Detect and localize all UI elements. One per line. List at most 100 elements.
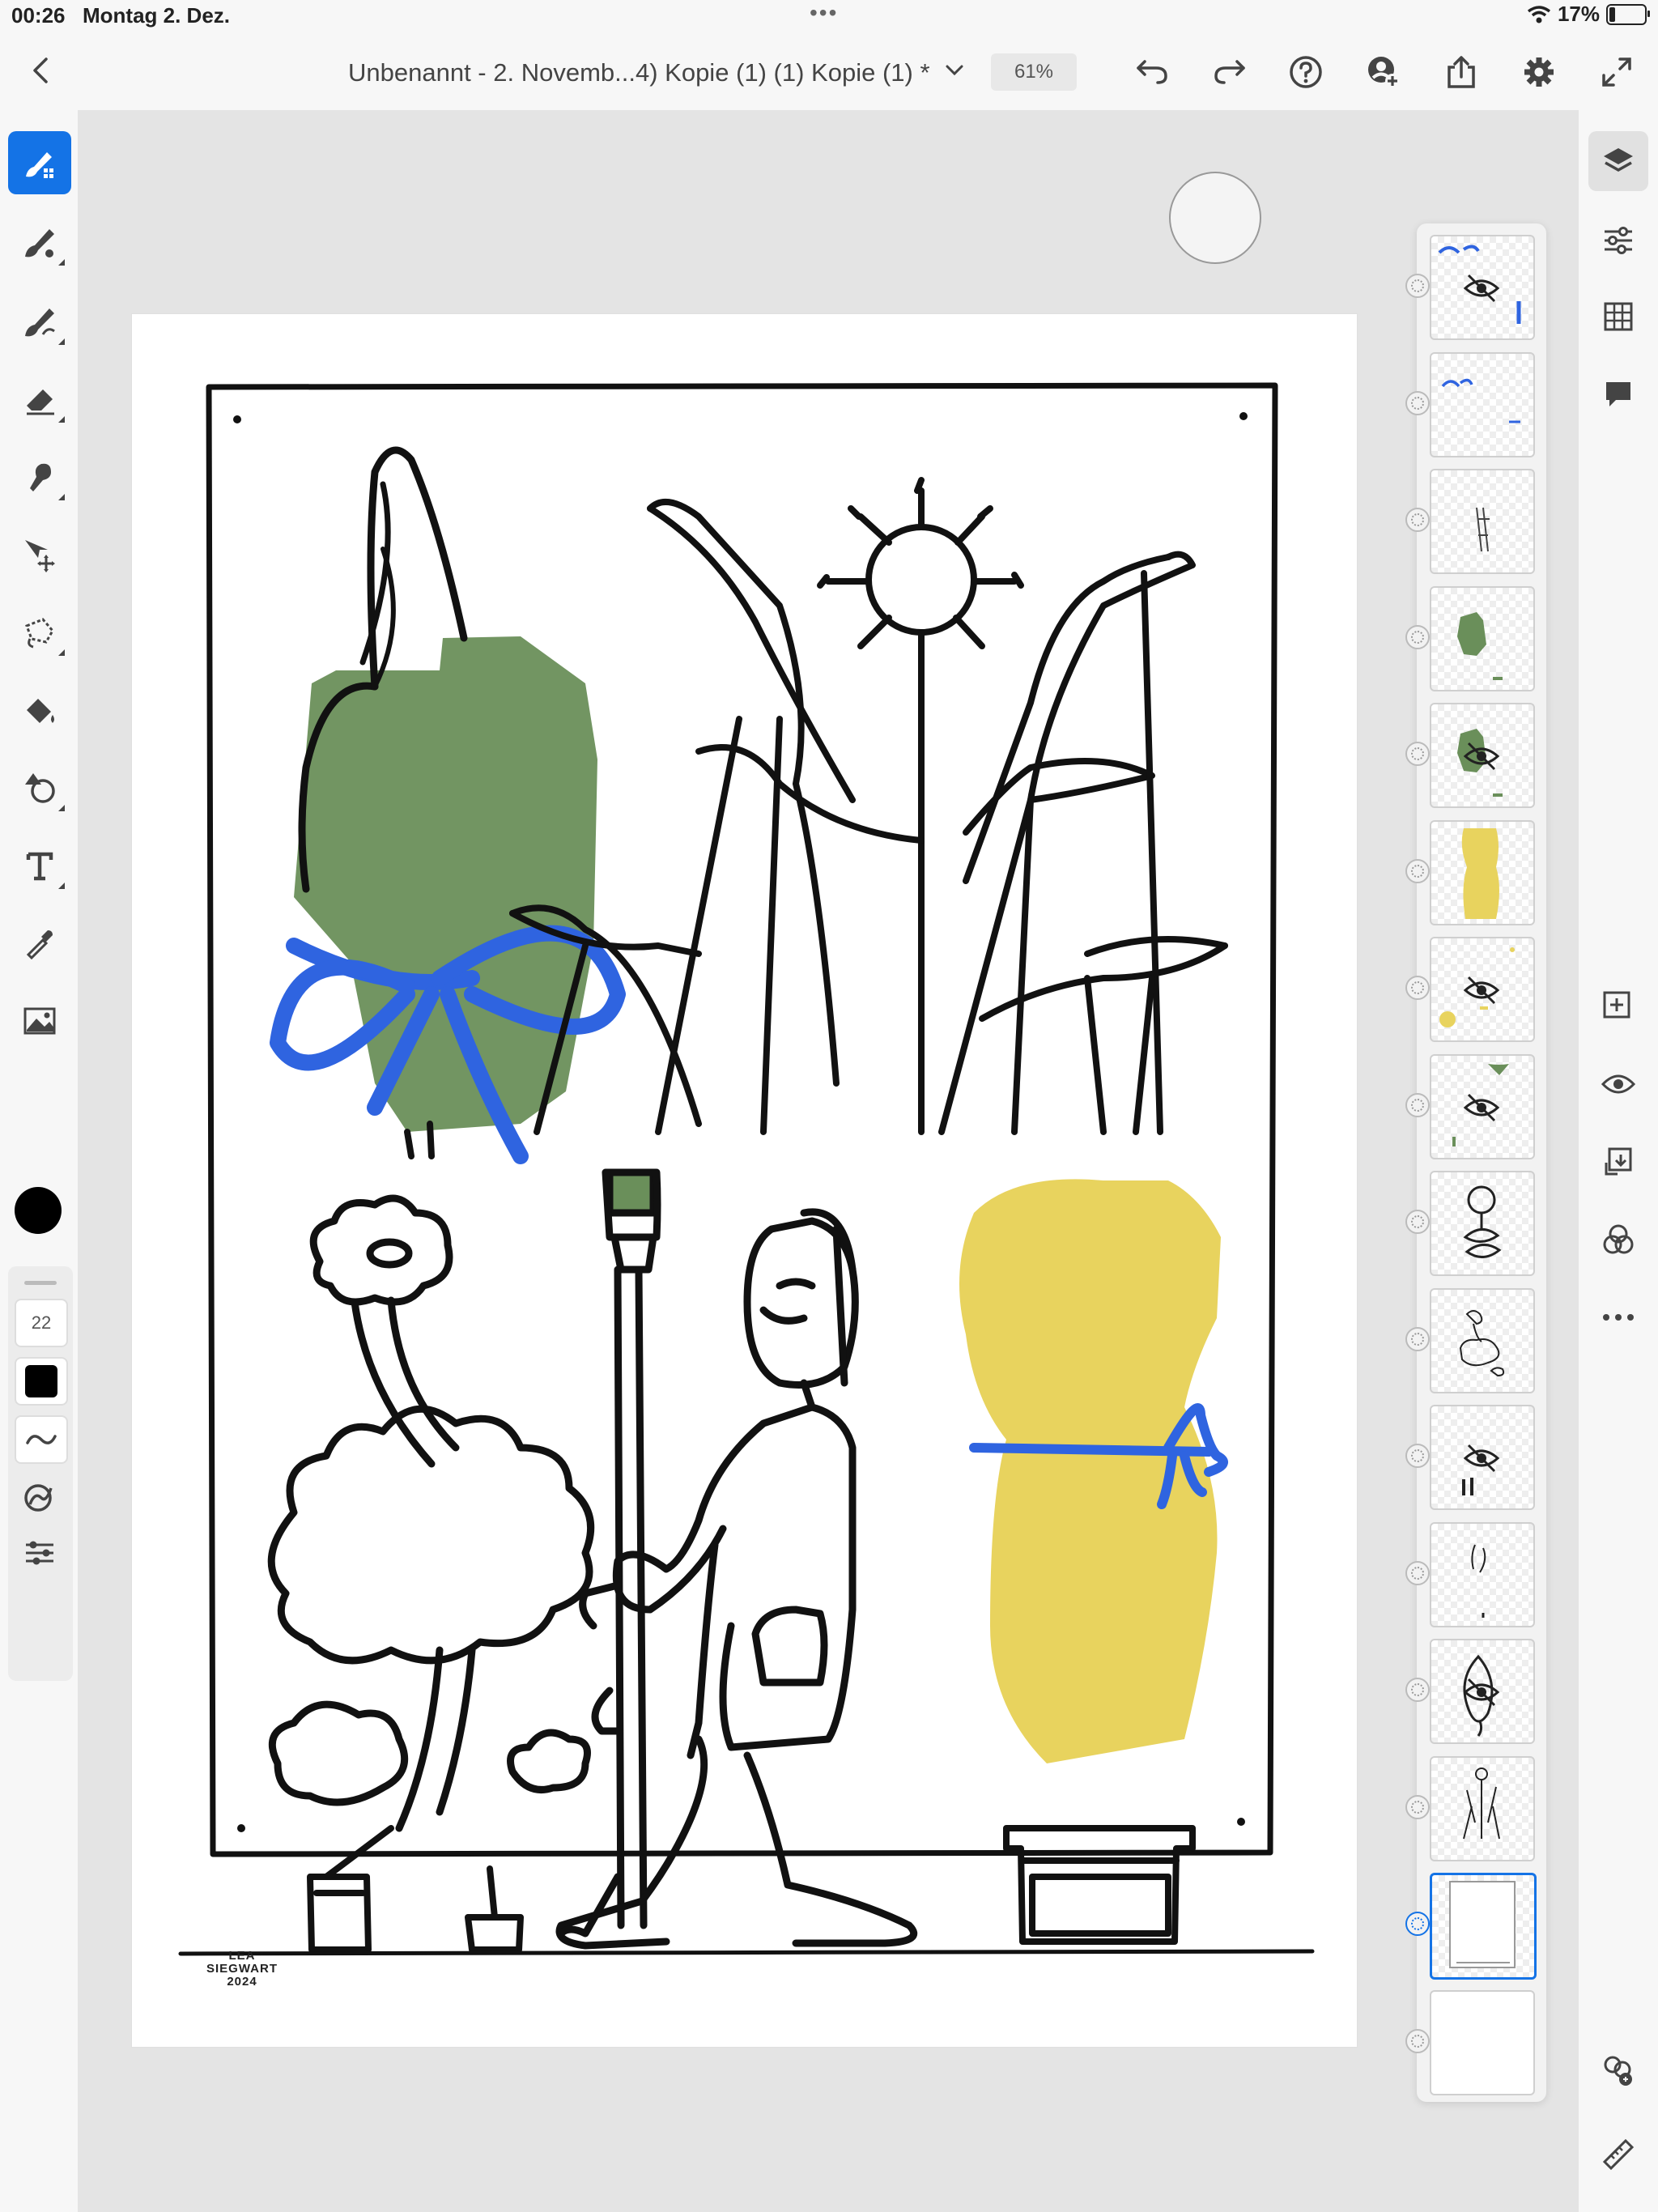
back-button[interactable] [24,50,57,91]
cloud-drawing [267,1194,595,1832]
layer-preview [1471,1544,1486,1618]
layer-options-handle[interactable] [1405,1678,1430,1702]
artwork [178,382,1315,1956]
fill-icon [27,699,54,723]
add-layer-button[interactable] [1588,976,1648,1036]
chevron-down-icon [946,65,963,76]
live-brush-icon [25,229,54,257]
brush-size-field[interactable]: 22 [15,1299,68,1347]
smudge-tool[interactable] [8,445,71,508]
image-tool[interactable] [8,989,71,1053]
live-brush-tool[interactable] [8,211,71,274]
layer-thumbnail[interactable] [1430,469,1535,574]
layer-options-handle[interactable] [1405,274,1430,298]
hidden-eye-icon [1463,1093,1500,1122]
more-icon [1603,1314,1634,1321]
lasso-tool[interactable] [8,601,71,664]
layer-options-handle[interactable] [1405,1210,1430,1234]
layer-options-handle[interactable] [1405,859,1430,883]
ruler-button[interactable] [1588,2125,1648,2184]
help-icon [1290,56,1322,88]
layer-thumbnail[interactable] [1430,352,1535,457]
redo-icon [1214,60,1245,84]
blend-button[interactable] [1588,1210,1648,1270]
ground-line [178,1949,1315,1956]
buckets [307,1825,1196,1953]
brush-opacity-field[interactable] [15,1357,68,1406]
more-button[interactable] [1588,1287,1648,1347]
layer-preview [1441,378,1520,423]
layer-options-handle[interactable] [1405,391,1430,415]
undo-button[interactable] [1132,52,1172,92]
vector-brush-icon [25,308,55,337]
merge-down-button[interactable] [1588,1132,1648,1192]
grid-button[interactable] [1588,287,1648,347]
layer-options-handle[interactable] [1405,625,1430,649]
settings-button[interactable] [1519,52,1559,92]
layer-options-handle[interactable] [1405,1795,1430,1819]
eyedropper-tool[interactable] [8,912,71,975]
layer-thumbnail[interactable] [1430,1288,1535,1393]
left-toolbar: 22 [0,110,78,2212]
text-tool[interactable] [8,834,71,897]
fill-tool[interactable] [8,678,71,742]
layer-thumbnail[interactable] [1430,235,1535,340]
brush-settings-button[interactable] [15,1530,65,1576]
move-tool[interactable] [8,523,71,586]
layer-options-handle[interactable] [1405,1912,1430,1936]
adjustments-button[interactable] [1588,211,1648,270]
add-layer-icon [1603,991,1630,1019]
layer-thumbnail[interactable] [1430,1639,1535,1744]
layer-thumbnail[interactable] [1430,1171,1535,1276]
fullscreen-button[interactable] [1596,52,1637,92]
layer-thumbnail[interactable] [1430,1873,1537,1980]
brush-settings-icon [26,1541,53,1565]
text-icon [26,852,53,881]
zoom-level[interactable]: 61% [991,53,1077,91]
layer-thumbnail[interactable] [1430,1756,1535,1861]
multitasking-dots[interactable]: ••• [810,0,838,26]
visibility-button[interactable] [1588,1054,1648,1114]
invite-button[interactable] [1363,52,1404,92]
layer-thumbnail[interactable] [1430,820,1535,925]
color-replace-button[interactable] [1588,2040,1648,2100]
layer-options-handle[interactable] [1405,508,1430,532]
shape-tool[interactable] [8,756,71,819]
eraser-tool[interactable] [8,368,71,431]
drawing-canvas[interactable]: LEA SIEGWART 2024 [132,314,1357,2047]
pressure-button[interactable] [15,1475,65,1521]
comment-icon [1606,382,1630,406]
layer-options-handle[interactable] [1405,1093,1430,1117]
comments-button[interactable] [1588,364,1648,424]
layer-thumbnail[interactable] [1430,937,1535,1042]
layer-thumbnail[interactable] [1430,1522,1535,1627]
layer-thumbnail[interactable] [1430,703,1535,808]
layer-preview [1463,1185,1502,1258]
layer-options-handle[interactable] [1405,1327,1430,1351]
smoothing-button[interactable] [15,1415,68,1464]
layers-button[interactable] [1588,131,1648,191]
battery-percent: 17% [1557,2,1600,26]
layer-options-handle[interactable] [1405,976,1430,1000]
eyedropper-icon [26,930,53,959]
background-layer-icon[interactable] [1405,2029,1430,2053]
smoothing-icon [26,1435,57,1444]
layer-thumbnail[interactable] [1430,1405,1535,1510]
vector-brush-tool[interactable] [8,290,71,353]
layer-thumbnail[interactable] [1430,1054,1535,1159]
layer-thumbnail[interactable] [1430,586,1535,691]
document-title[interactable]: Unbenannt - 2. Novemb...4) Kopie (1) (1)… [348,58,930,87]
layer-thumbnail[interactable] [1430,1990,1535,2095]
layer-options-handle[interactable] [1405,1444,1430,1468]
layers-panel [1405,223,1546,2102]
redo-button[interactable] [1209,52,1250,92]
help-button[interactable] [1286,52,1326,92]
share-button[interactable] [1441,52,1482,92]
layer-options-handle[interactable] [1405,1561,1430,1585]
layer-options-handle[interactable] [1405,742,1430,766]
title-menu-button[interactable] [941,57,968,84]
panel-handle[interactable] [24,1281,57,1285]
color-swatch[interactable] [15,1187,62,1234]
move-icon [25,540,55,572]
pixel-brush-tool[interactable] [8,131,71,194]
